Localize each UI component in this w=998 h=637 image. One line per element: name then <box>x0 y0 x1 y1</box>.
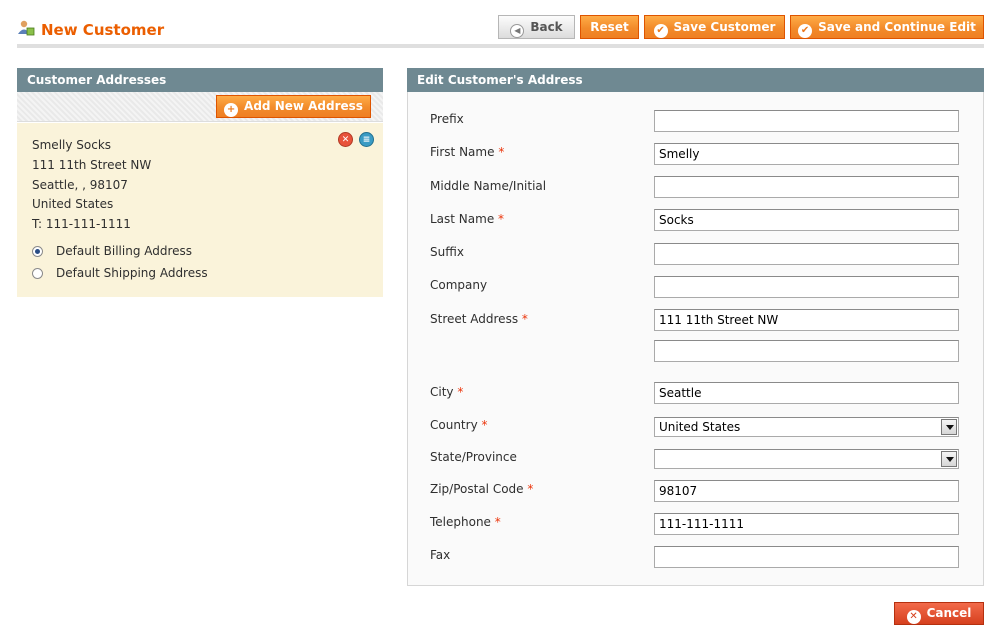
edit-address-header: Edit Customer's Address <box>407 68 984 92</box>
chevron-down-icon[interactable] <box>941 419 957 435</box>
default-billing-row: Default Billing Address <box>32 244 192 258</box>
city-label: City * <box>430 385 464 399</box>
street-address-input-2[interactable] <box>654 340 959 362</box>
check-icon: ✔ <box>653 24 668 38</box>
address-country: United States <box>32 197 114 212</box>
default-shipping-label: Default Shipping Address <box>56 266 208 280</box>
customer-addresses-header: Customer Addresses <box>17 68 383 92</box>
address-text: Smelly Socks 111 11th Street NW Seattle,… <box>32 136 151 235</box>
default-billing-radio[interactable] <box>32 245 43 257</box>
company-label: Company <box>430 278 488 292</box>
back-label: Back <box>530 20 563 34</box>
page-title: New Customer <box>41 21 165 39</box>
city-input[interactable]: Seattle <box>654 382 959 404</box>
country-select[interactable]: United States <box>654 417 959 437</box>
back-button[interactable]: ◀ Back <box>498 15 575 39</box>
street-address-label: Street Address * <box>430 312 528 326</box>
street-address-input-1[interactable]: 111 11th Street NW <box>654 309 959 331</box>
address-street: 111 11th Street NW <box>32 157 152 172</box>
save-continue-label: Save and Continue Edit <box>818 20 976 34</box>
last-name-input[interactable]: Socks <box>654 209 959 231</box>
default-shipping-row: Default Shipping Address <box>32 266 208 280</box>
delete-address-icon[interactable]: ✕ <box>338 132 353 147</box>
company-input[interactable] <box>654 276 959 298</box>
suffix-label: Suffix <box>430 245 464 259</box>
edit-address-form <box>407 92 984 586</box>
address-city-zip: Seattle, , 98107 <box>32 177 128 192</box>
address-item[interactable]: ✕ ≡ Smelly Socks 111 11th Street NW Seat… <box>17 123 383 297</box>
first-name-input[interactable]: Smelly <box>654 143 959 165</box>
plus-icon: + <box>224 103 239 117</box>
reset-button[interactable]: Reset <box>580 15 639 39</box>
first-name-label: First Name * <box>430 145 505 159</box>
country-label: Country * <box>430 418 488 432</box>
fax-label: Fax <box>430 548 451 562</box>
customer-addresses-title: Customer Addresses <box>27 73 167 87</box>
default-shipping-radio[interactable] <box>32 267 43 279</box>
telephone-input[interactable]: 111-111-1111 <box>654 513 959 535</box>
cancel-button[interactable]: ✕ Cancel <box>894 602 984 625</box>
address-phone: T: 111-111-1111 <box>32 217 131 232</box>
country-selected-value: United States <box>659 420 741 434</box>
cancel-label: Cancel <box>926 606 972 620</box>
save-label: Save Customer <box>673 20 776 34</box>
state-province-select[interactable] <box>654 449 959 469</box>
edit-address-icon[interactable]: ≡ <box>359 132 374 147</box>
prefix-input[interactable] <box>654 110 959 132</box>
save-continue-button[interactable]: ✔ Save and Continue Edit <box>790 15 984 39</box>
customer-icon <box>18 20 35 36</box>
back-arrow-icon: ◀ <box>510 24 525 38</box>
zip-label: Zip/Postal Code * <box>430 482 534 496</box>
check-icon: ✔ <box>798 24 813 38</box>
edit-address-title: Edit Customer's Address <box>417 73 583 87</box>
address-name: Smelly Socks <box>32 138 112 152</box>
zip-input[interactable]: 98107 <box>654 480 959 502</box>
chevron-down-icon[interactable] <box>941 451 957 467</box>
default-billing-label: Default Billing Address <box>56 244 193 258</box>
suffix-input[interactable] <box>654 243 959 265</box>
middle-name-input[interactable] <box>654 176 959 198</box>
fax-input[interactable] <box>654 546 959 568</box>
telephone-label: Telephone * <box>430 515 501 529</box>
reset-label: Reset <box>590 20 629 34</box>
add-new-address-label: Add New Address <box>244 99 363 113</box>
state-province-label: State/Province <box>430 450 517 464</box>
middle-name-label: Middle Name/Initial <box>430 179 547 193</box>
last-name-label: Last Name * <box>430 212 505 226</box>
save-customer-button[interactable]: ✔ Save Customer <box>644 15 785 39</box>
prefix-label: Prefix <box>430 112 464 126</box>
add-new-address-button[interactable]: + Add New Address <box>216 95 371 118</box>
cancel-icon: ✕ <box>906 610 921 624</box>
